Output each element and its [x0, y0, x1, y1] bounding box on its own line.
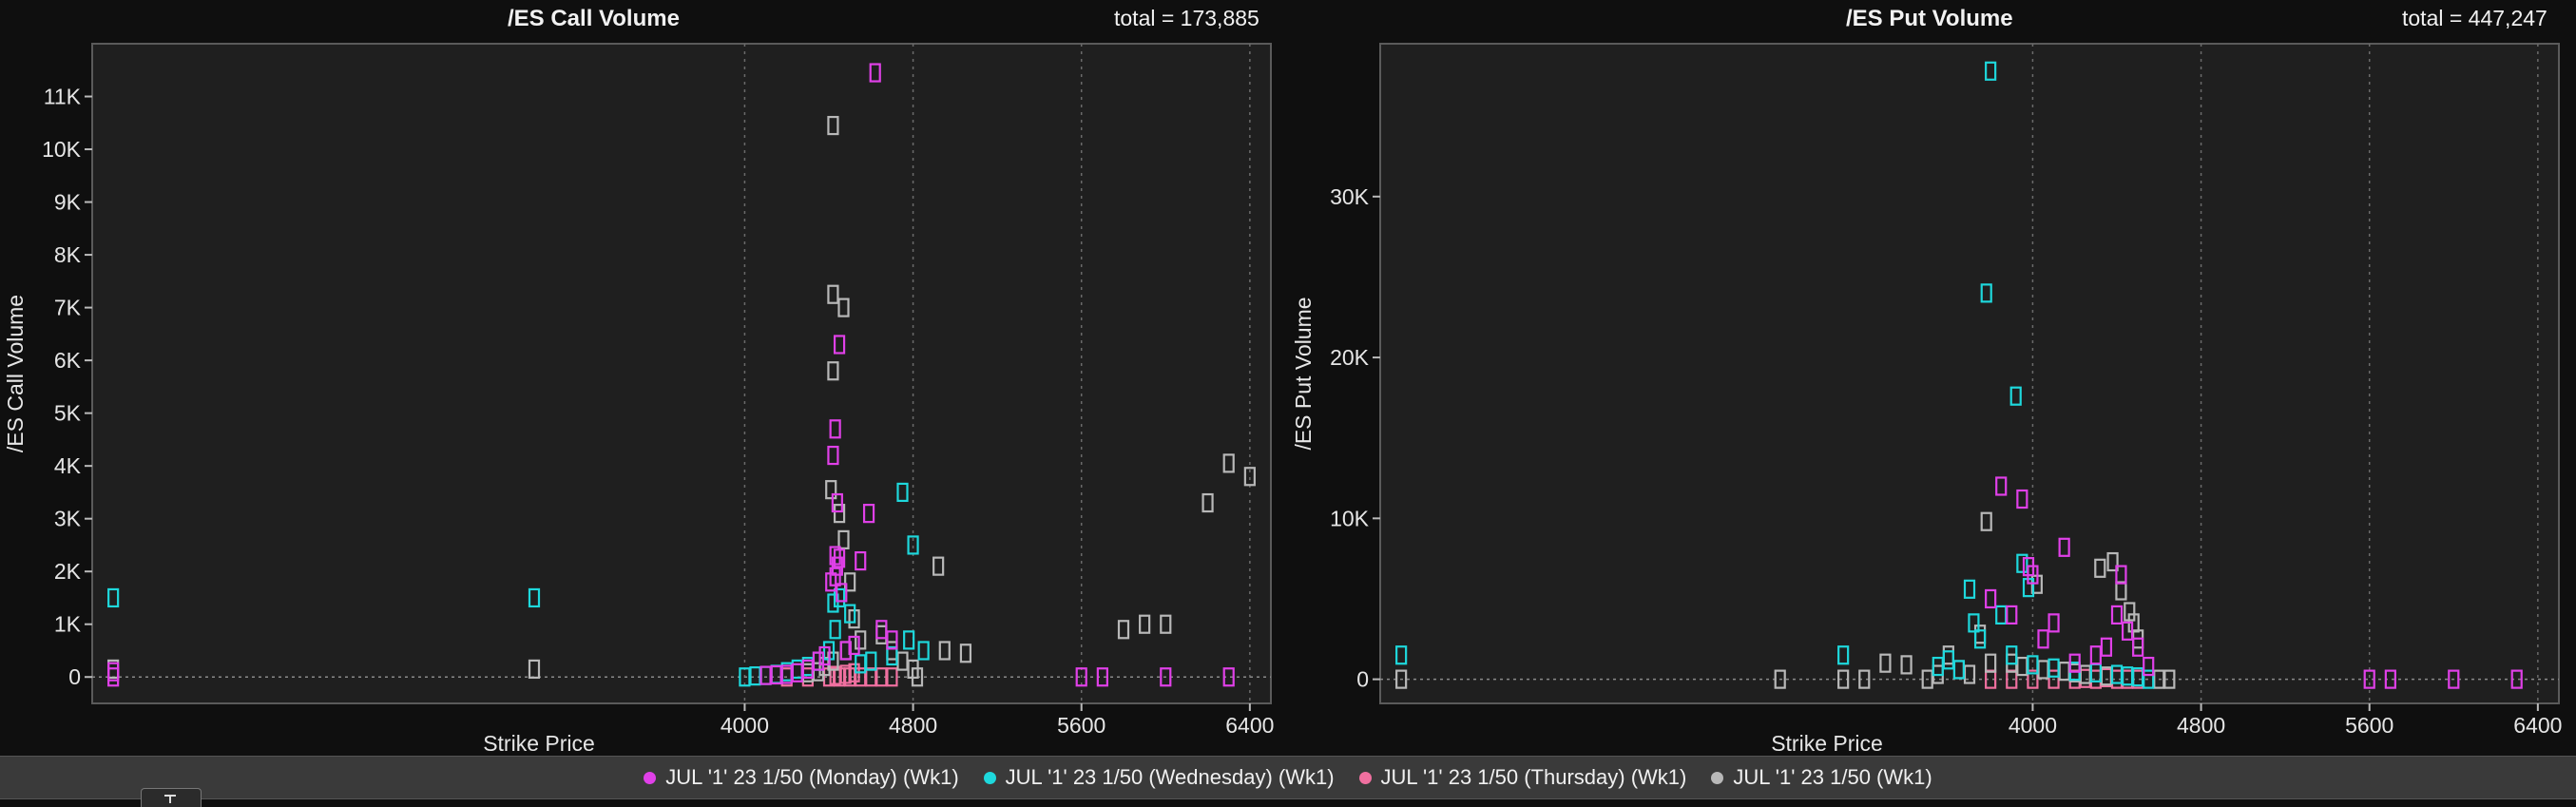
x-tick-label: 5600 — [1057, 713, 1105, 738]
put-total-label: total = 447,247 — [2402, 6, 2547, 30]
y-tick-label: 20K — [1330, 345, 1370, 370]
call-volume-chart: 4000 4800 5600 6400 0 1K 2K 3K 4K 5K 6K 7K 8K 9K 10K 11… — [3, 43, 1274, 756]
legend-item-monday[interactable]: JUL '1' 23 1/50 (Monday) (Wk1) — [644, 765, 959, 790]
put-volume-chart: 4000 4800 5600 6400 0 10K 20K 30K Strike Price/E… — [1291, 43, 2562, 756]
legend-dot-icon — [644, 771, 657, 784]
y-tick-label: 6K — [54, 348, 82, 373]
y-axis-label: /ES Call Volume — [3, 295, 28, 452]
y-tick-label: 7K — [54, 296, 82, 320]
x-tick-label: 4800 — [889, 713, 937, 738]
y-tick-label: 5K — [54, 401, 82, 426]
call-chart-title: /ES Call Volume — [508, 6, 680, 31]
x-axis-label: Strike Price — [1771, 731, 1883, 756]
y-tick-label: 8K — [54, 242, 82, 267]
plot-area — [1379, 43, 2560, 704]
x-axis-label: Strike Price — [483, 731, 595, 756]
legend-label: JUL '1' 23 1/50 (Thursday) (Wk1) — [1380, 765, 1687, 789]
call-volume-panel: /ES Call Volume total = 173,885 4000 4800… — [0, 0, 1288, 756]
x-tick-label: 4000 — [721, 713, 769, 738]
legend-bar: JUL '1' 23 1/50 (Monday) (Wk1) JUL '1' 23… — [0, 756, 2576, 799]
put-chart-title: /ES Put Volume — [1846, 6, 2013, 31]
y-tick-label: 1K — [54, 612, 82, 637]
y-tick-label: 4K — [54, 453, 82, 478]
x-tick-label: 5600 — [2345, 713, 2393, 738]
y-tick-label: 0 — [1356, 667, 1369, 692]
y-tick-label: 0 — [68, 664, 81, 689]
call-total-label: total = 173,885 — [1114, 6, 1259, 30]
collapse-icon — [164, 795, 176, 803]
y-tick-label: 10K — [42, 137, 82, 162]
legend-label: JUL '1' 23 1/50 (Monday) (Wk1) — [665, 765, 959, 789]
x-tick-label: 6400 — [2513, 713, 2562, 738]
legend-item-thursday[interactable]: JUL '1' 23 1/50 (Thursday) (Wk1) — [1358, 765, 1687, 790]
legend-label: JUL '1' 23 1/50 (Wk1) — [1733, 765, 1932, 789]
y-tick-label: 3K — [54, 507, 82, 531]
legend-dot-icon — [1711, 771, 1724, 784]
x-tick-label: 6400 — [1225, 713, 1274, 738]
x-tick-label: 4000 — [2009, 713, 2057, 738]
legend-item-wednesday[interactable]: JUL '1' 23 1/50 (Wednesday) (Wk1) — [983, 765, 1335, 790]
legend-dot-icon — [1358, 771, 1372, 784]
y-tick-label: 2K — [54, 559, 82, 584]
legend-item-wk1[interactable]: JUL '1' 23 1/50 (Wk1) — [1711, 765, 1932, 790]
plot-area — [91, 43, 1272, 704]
y-tick-label: 9K — [54, 190, 82, 215]
y-axis-label: /ES Put Volume — [1291, 297, 1316, 450]
legend-dot-icon — [983, 771, 996, 784]
legend-label: JUL '1' 23 1/50 (Wednesday) (Wk1) — [1005, 765, 1335, 789]
x-tick-label: 4800 — [2177, 713, 2225, 738]
legend: JUL '1' 23 1/50 (Monday) (Wk1) JUL '1' 23… — [0, 757, 2576, 798]
y-tick-label: 11K — [44, 85, 82, 109]
collapse-toggle-button[interactable] — [141, 788, 202, 807]
y-tick-label: 30K — [1330, 184, 1370, 209]
y-tick-label: 10K — [1330, 506, 1370, 530]
put-volume-panel: /ES Put Volume total = 447,247 4000 4800 5… — [1288, 0, 2576, 756]
